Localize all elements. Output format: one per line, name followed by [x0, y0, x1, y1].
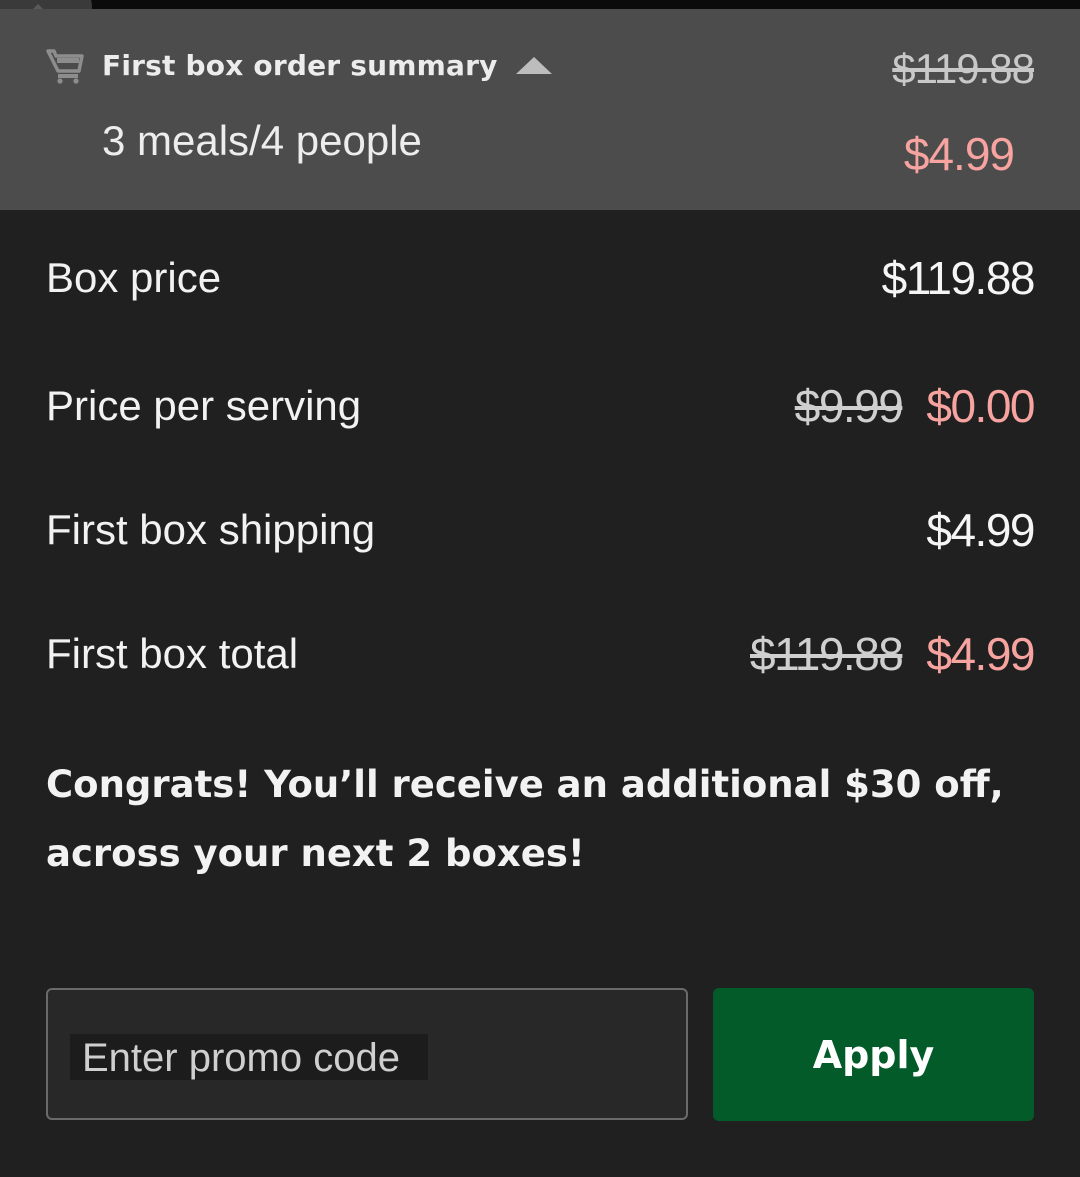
- price-per-serving-old: $9.99: [794, 380, 904, 432]
- box-price-value: $119.88: [881, 252, 1036, 304]
- plan-size: 3 meals/4 people: [102, 117, 422, 164]
- promo-code-input[interactable]: [70, 1034, 662, 1082]
- first-box-total-value: $4.99: [926, 628, 1035, 680]
- shipping-value: $4.99: [926, 504, 1035, 556]
- box-price-label: Box price: [46, 254, 222, 301]
- status-bar-edge: [0, 0, 1080, 9]
- first-box-total-row: First box total $119.88 $4.99: [46, 624, 1035, 684]
- promo-code-field[interactable]: [46, 988, 688, 1120]
- caret-up-icon: [515, 56, 552, 74]
- box-price-row: Box price $119.88: [46, 248, 1036, 308]
- summary-original-total: $119.88: [892, 45, 1035, 92]
- first-box-total-label: First box total: [46, 630, 299, 677]
- cart-icon: [46, 49, 84, 84]
- first-box-total-old: $119.88: [750, 628, 904, 680]
- price-per-serving-row: Price per serving $9.99 $0.00: [46, 376, 1035, 436]
- order-summary-panel: First box order summary 3 meals/4 people…: [0, 9, 1080, 210]
- congrats-message: Congrats! You’ll receive an additional $…: [46, 763, 1004, 875]
- price-per-serving-value: $0.00: [926, 380, 1035, 432]
- shipping-label: First box shipping: [46, 506, 376, 553]
- order-summary-title: First box order summary: [102, 48, 498, 82]
- order-summary-toggle[interactable]: First box order summary: [46, 37, 552, 93]
- summary-discounted-total: $4.99: [903, 128, 1015, 180]
- price-per-serving-label: Price per serving: [46, 382, 362, 429]
- shipping-row: First box shipping $4.99: [46, 500, 1035, 560]
- apply-button[interactable]: Apply: [713, 988, 1034, 1121]
